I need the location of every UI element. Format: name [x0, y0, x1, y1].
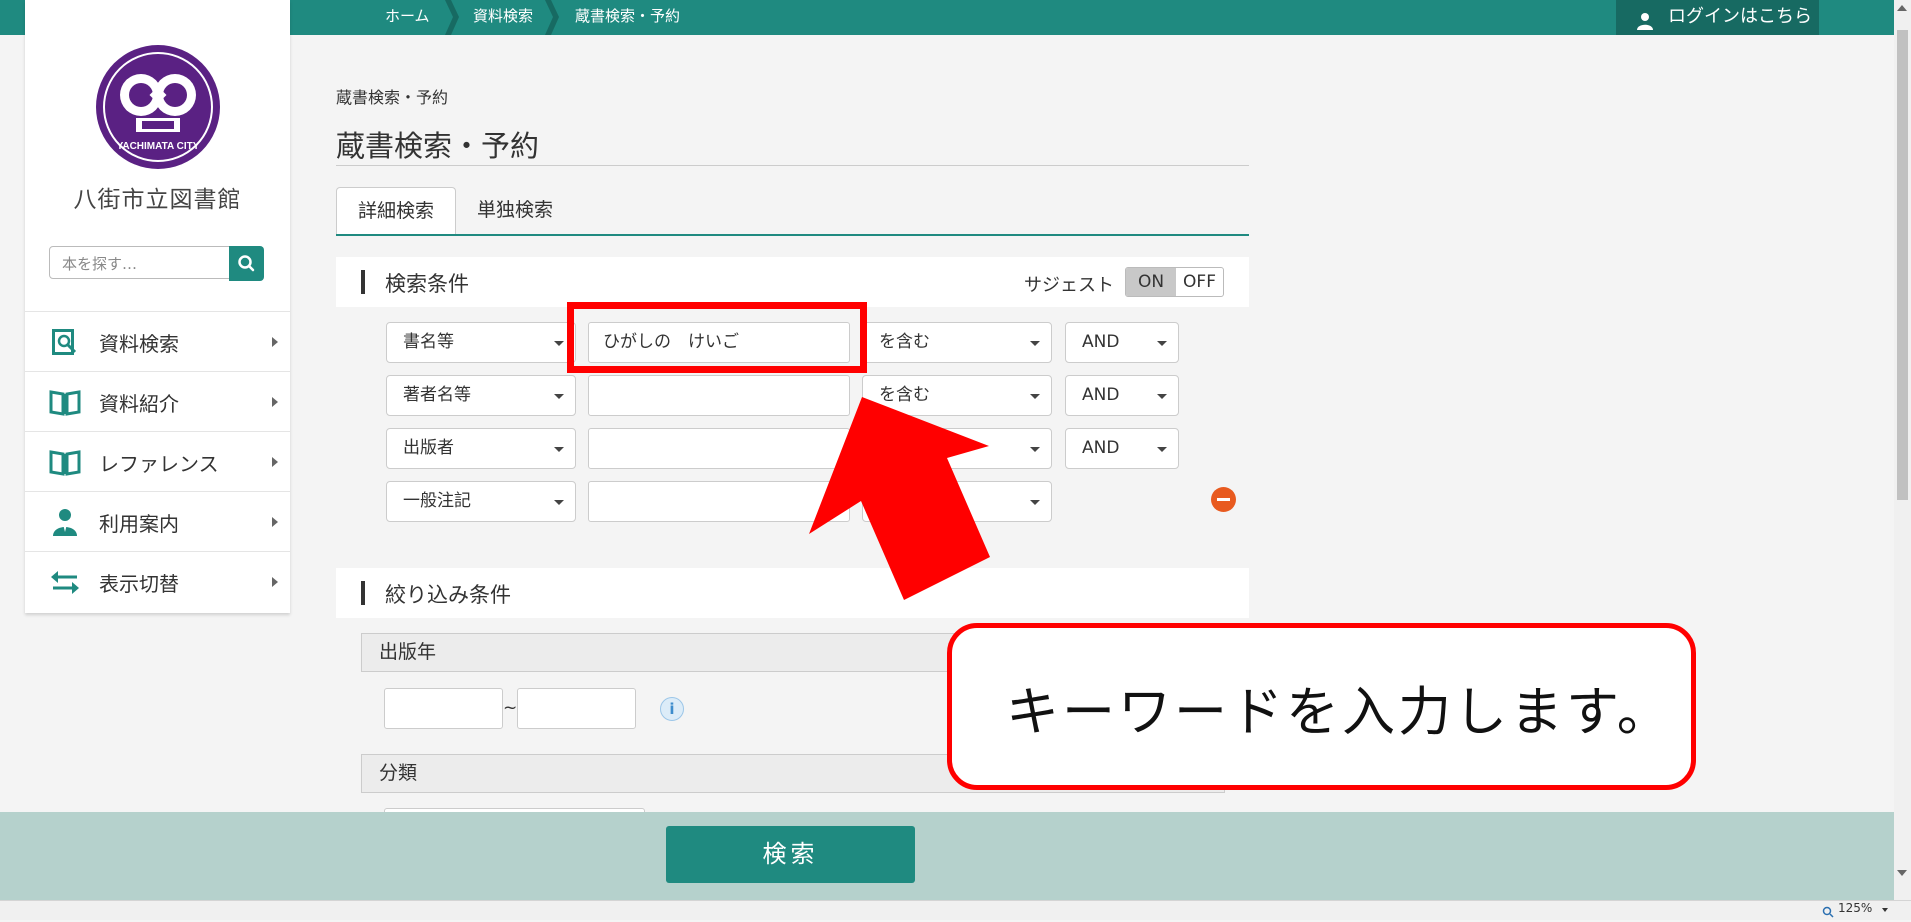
search-conditions-title: 検索条件	[385, 272, 469, 296]
status-bar	[0, 900, 1911, 920]
match-select-value: を含む	[879, 332, 930, 352]
city-logo: YACHIMATA CITY	[96, 45, 220, 169]
chevron-down-icon	[554, 500, 564, 505]
chevron-down-icon	[554, 394, 564, 399]
suggest-toggle[interactable]: ON OFF	[1125, 267, 1224, 297]
suggest-label: サジェスト	[1024, 275, 1114, 296]
tab-advanced-search[interactable]: 詳細検索	[336, 187, 456, 235]
field-select-value: 著者名等	[403, 385, 471, 405]
chevron-down-icon	[554, 341, 564, 346]
footer-bar	[0, 812, 1894, 900]
sidebar-item-material-intro[interactable]: 資料紹介	[25, 371, 290, 431]
suggest-off-button[interactable]: OFF	[1176, 268, 1223, 296]
chevron-down-icon	[1157, 447, 1167, 452]
pub-year-from-input[interactable]	[384, 688, 503, 729]
sidebar-item-label: 表示切替	[99, 572, 179, 596]
sidebar-item-guide[interactable]: 利用案内	[25, 491, 290, 551]
section-marker	[361, 270, 365, 294]
search-button[interactable]: 検索	[666, 826, 915, 883]
operator-select-value: AND	[1082, 385, 1120, 405]
field-select-value: 一般注記	[403, 491, 471, 511]
field-select[interactable]: 著者名等	[386, 375, 576, 416]
remove-row-icon[interactable]	[1211, 487, 1236, 512]
chevron-right-icon	[272, 577, 278, 587]
scroll-down-icon[interactable]	[1897, 870, 1907, 876]
breadcrumb: 蔵書検索・予約	[336, 88, 449, 107]
info-icon[interactable]: i	[660, 697, 684, 721]
scroll-up-icon[interactable]	[1897, 5, 1907, 11]
highlight-box	[567, 302, 867, 373]
user-icon	[1636, 8, 1654, 41]
field-select-value: 書名等	[403, 332, 454, 352]
chevron-right-icon	[272, 337, 278, 347]
zoom-icon	[1822, 903, 1834, 918]
top-crumb-current: 蔵書検索・予約	[575, 7, 681, 25]
zoom-dropdown-icon[interactable]	[1882, 908, 1888, 912]
zoom-level[interactable]: 125%	[1838, 901, 1872, 915]
sidebar-item-label: レファレンス	[99, 452, 219, 476]
chevron-down-icon	[1157, 394, 1167, 399]
field-select-value: 出版者	[403, 438, 454, 458]
tab-divider	[336, 234, 1249, 236]
operator-select-value: AND	[1082, 332, 1120, 352]
sidebar-item-label: 資料紹介	[99, 392, 179, 416]
sidebar-item-reference[interactable]: レファレンス	[25, 431, 290, 491]
operator-select-value: AND	[1082, 438, 1120, 458]
page-title: 蔵書検索・予約	[336, 129, 540, 163]
operator-select[interactable]: AND	[1065, 322, 1179, 363]
sidebar-item-label: 利用案内	[99, 512, 179, 536]
scrollbar-thumb[interactable]	[1897, 30, 1908, 500]
section-marker	[361, 581, 365, 605]
tab-simple-search[interactable]: 単独検索	[460, 187, 570, 235]
chevron-down-icon	[554, 447, 564, 452]
top-crumb-material-search[interactable]: 資料検索	[473, 0, 533, 35]
match-select[interactable]: を含む	[862, 322, 1052, 363]
search-icon	[238, 255, 255, 272]
field-select[interactable]: 一般注記	[386, 481, 576, 522]
sidebar-item-label: 資料検索	[99, 332, 179, 356]
person-icon	[49, 508, 81, 536]
title-divider	[336, 165, 1249, 166]
top-crumb-home[interactable]: ホーム	[385, 0, 430, 35]
open-book-icon	[49, 388, 81, 416]
pointer-arrow-icon	[809, 397, 990, 600]
pub-year-to-input[interactable]	[517, 688, 636, 729]
range-separator: ~	[503, 698, 518, 718]
operator-select[interactable]: AND	[1065, 428, 1179, 469]
sidebar-item-display-switch[interactable]: 表示切替	[25, 551, 290, 611]
login-button[interactable]: ログインはこちら	[1616, 0, 1819, 35]
chevron-down-icon	[1157, 341, 1167, 346]
swap-arrows-icon	[49, 568, 81, 596]
book-search-icon	[49, 328, 81, 356]
field-select[interactable]: 書名等	[386, 322, 576, 363]
crumb-separator-icon	[445, 0, 459, 35]
operator-select[interactable]: AND	[1065, 375, 1179, 416]
filter-conditions-title: 絞り込み条件	[385, 583, 511, 607]
sidebar-item-material-search[interactable]: 資料検索	[25, 311, 290, 371]
chevron-down-icon	[1030, 341, 1040, 346]
callout-text: キーワードを入力します。	[1006, 682, 1673, 743]
chevron-right-icon	[272, 457, 278, 467]
logo-text: YACHIMATA CITY	[117, 141, 200, 152]
sidebar-search-button[interactable]	[229, 246, 264, 281]
login-label: ログインはこちら	[1668, 6, 1812, 27]
library-name: 八街市立図書館	[73, 187, 242, 213]
field-select[interactable]: 出版者	[386, 428, 576, 469]
chevron-right-icon	[272, 397, 278, 407]
suggest-on-button[interactable]: ON	[1126, 268, 1176, 296]
chevron-right-icon	[272, 517, 278, 527]
crumb-separator-icon	[545, 0, 559, 35]
sidebar-search-input[interactable]: 本を探す…	[49, 246, 230, 279]
open-book-icon	[49, 448, 81, 476]
